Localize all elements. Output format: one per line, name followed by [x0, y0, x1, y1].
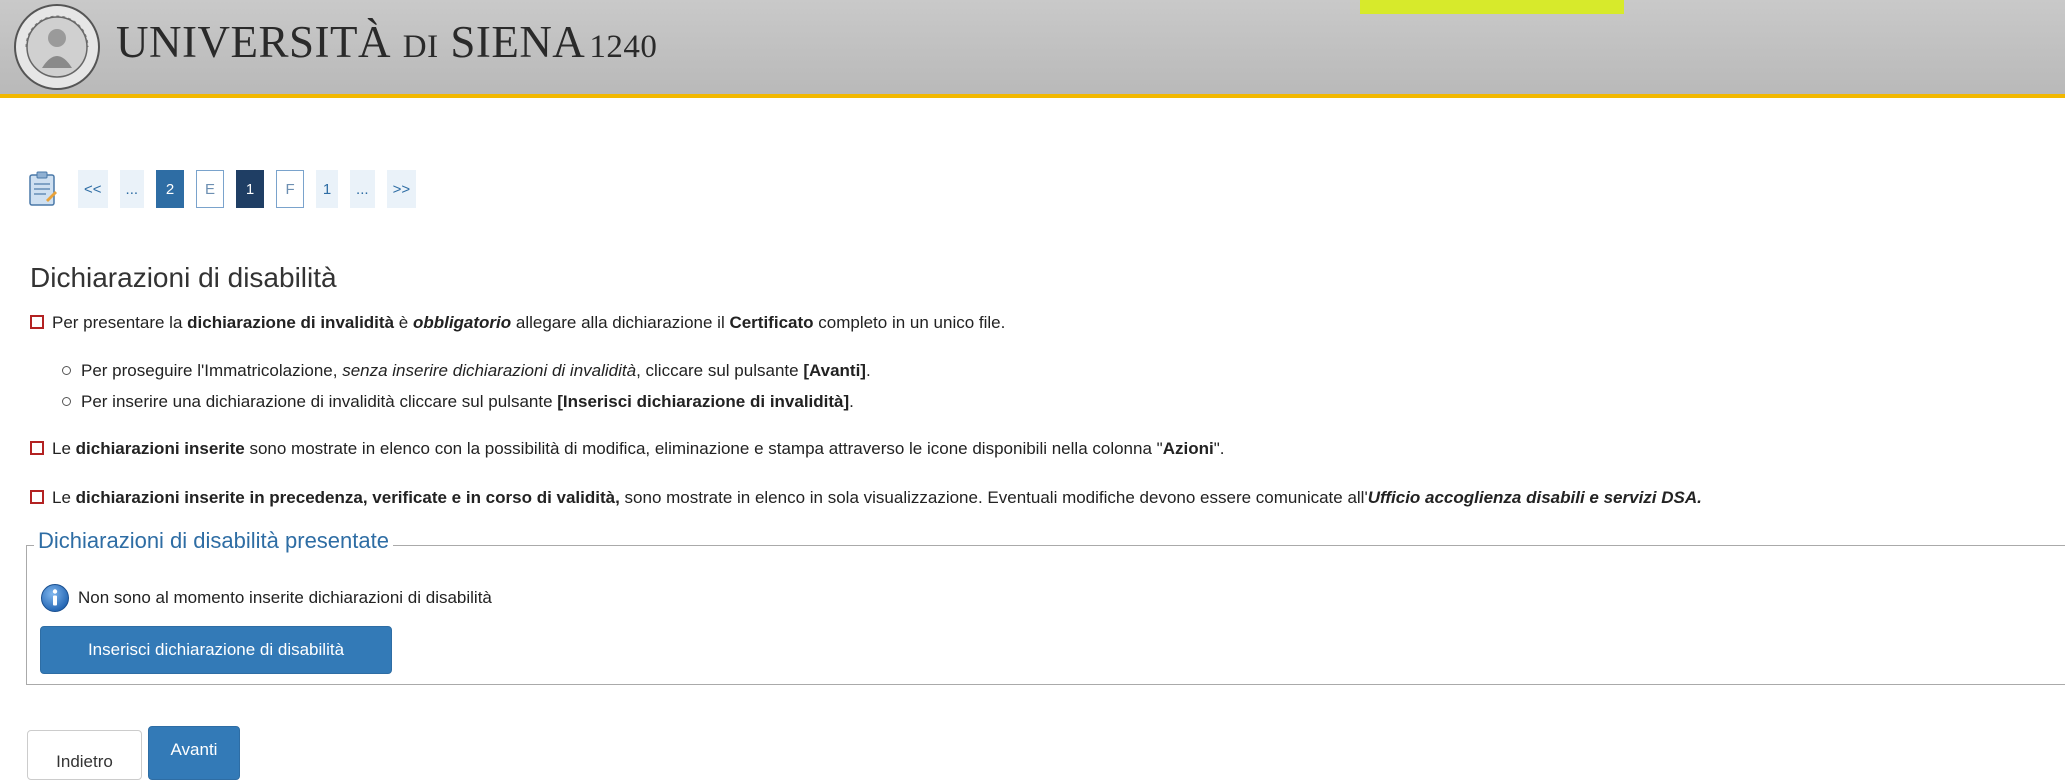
pager-ellipsis-left[interactable]: ...: [119, 170, 145, 208]
circle-bullet-icon: [62, 366, 71, 375]
insert-declaration-button[interactable]: Inserisci dichiarazione di disabilità: [40, 626, 392, 674]
university-seal-logo[interactable]: [12, 2, 102, 92]
page-title: Dichiarazioni di disabilità: [30, 262, 337, 293]
logo-city-word: SIENA: [450, 17, 586, 67]
instruction-sub-insert: Per inserire una dichiarazione di invali…: [62, 392, 854, 412]
square-bullet-icon: [30, 441, 44, 455]
pager-step-1-next[interactable]: 1: [316, 170, 339, 208]
circle-bullet-icon: [62, 397, 71, 406]
back-button[interactable]: Indietro: [27, 730, 142, 780]
fieldset-legend: Dichiarazioni di disabilità presentate: [34, 528, 393, 554]
site-header: UNIVERSITÀ DI SIENA 1240: [0, 0, 2065, 98]
square-bullet-icon: [30, 315, 44, 329]
pager-step-e-left[interactable]: E: [196, 170, 225, 208]
clipboard-icon: [29, 171, 57, 206]
logo-di-word: DI: [402, 29, 439, 65]
pager-ellipsis-right[interactable]: ...: [350, 170, 375, 208]
square-bullet-icon: [30, 490, 44, 504]
logo-year: 1240: [589, 29, 658, 65]
info-icon: [41, 584, 69, 612]
instruction-previous: Le dichiarazioni inserite in precedenza,…: [30, 488, 1702, 508]
instruction-sub-proceed: Per proseguire l'Immatricolazione, senza…: [62, 361, 871, 381]
next-button[interactable]: Avanti: [148, 726, 240, 780]
instruction-inserted: Le dichiarazioni inserite sono mostrate …: [30, 439, 1224, 459]
pager-last[interactable]: >>: [386, 170, 417, 208]
university-name-logo[interactable]: UNIVERSITÀ DI SIENA 1240: [116, 16, 657, 68]
instruction-certificate: Per presentare la dichiarazione di inval…: [30, 313, 1005, 333]
logo-main-word: UNIVERSITÀ: [116, 17, 391, 67]
pager-step-1-current[interactable]: 1: [236, 170, 265, 208]
pager-step-f[interactable]: F: [276, 170, 305, 208]
info-text: Non sono al momento inserite dichiarazio…: [78, 588, 492, 607]
step-pager: << ... 2 E 1 F 1 ... >>: [28, 168, 428, 210]
pager-first[interactable]: <<: [78, 170, 108, 208]
pager-step-2[interactable]: 2: [156, 170, 185, 208]
header-accent-strip: [1360, 0, 1624, 14]
empty-info-message: Non sono al momento inserite dichiarazio…: [40, 583, 492, 613]
